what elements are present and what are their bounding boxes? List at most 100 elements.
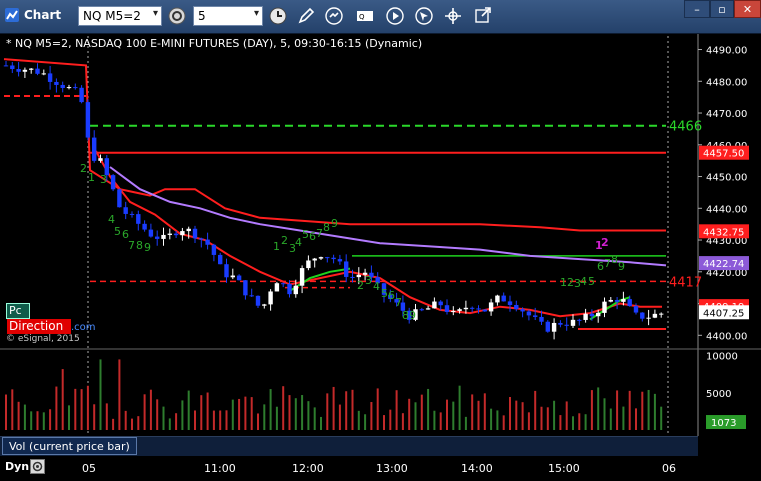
- candle-body: [129, 213, 135, 215]
- candle-body: [92, 137, 97, 161]
- volume-bar: [408, 398, 411, 430]
- refresh-icon[interactable]: [323, 5, 345, 27]
- volume-bar: [124, 410, 127, 430]
- volume-bar: [149, 389, 152, 430]
- copyright-text: © eSignal, 2015: [6, 334, 80, 344]
- play-icon[interactable]: [384, 5, 406, 27]
- time-tick-label: 14:00: [461, 462, 493, 475]
- candle-body: [41, 73, 46, 75]
- volume-bar: [118, 359, 121, 430]
- volume-bar: [250, 397, 253, 430]
- volume-bar: [80, 389, 83, 430]
- sequence-count-label: 5: [588, 275, 595, 288]
- dyn-settings-icon[interactable]: [30, 459, 45, 474]
- sequence-count-label: 8: [136, 239, 143, 252]
- sequence-count-label: 7: [604, 257, 611, 270]
- candle-body: [520, 309, 525, 312]
- crosshair-icon[interactable]: [442, 5, 464, 27]
- price-tick-label: 4400.00: [706, 331, 747, 342]
- volume-bar: [257, 413, 259, 430]
- candle-body: [621, 299, 626, 302]
- volume-bar: [464, 416, 467, 430]
- volume-bar: [546, 407, 549, 430]
- sequence-count-label: 6: [597, 260, 604, 273]
- volume-bar: [603, 398, 606, 430]
- candle-body: [73, 87, 78, 89]
- candle-body: [551, 322, 557, 332]
- volume-bar: [17, 401, 20, 430]
- interval-input[interactable]: 5 ▾: [193, 6, 263, 26]
- time-tick-label: 06: [662, 462, 676, 475]
- volume-bar: [131, 418, 133, 430]
- candle-body: [205, 239, 210, 245]
- volume-bar: [244, 396, 247, 430]
- time-tick-label: 11:00: [204, 462, 236, 475]
- volume-bar: [527, 412, 530, 430]
- candle-body: [186, 228, 191, 232]
- chart-area[interactable]: 4400.004410.004420.004430.004440.004450.…: [0, 34, 761, 481]
- volume-tick-label: 10000: [706, 352, 738, 363]
- volume-bar: [212, 410, 215, 430]
- volume-bar: [628, 390, 631, 430]
- volume-pane-label[interactable]: Vol (current price bar): [2, 437, 137, 455]
- volume-bar: [187, 390, 190, 430]
- candle-body: [16, 69, 21, 72]
- volume-bar: [238, 398, 241, 430]
- svg-text:Q: Q: [359, 13, 365, 21]
- chevron-down-icon[interactable]: ▾: [254, 8, 259, 19]
- candle-body: [325, 257, 330, 259]
- volume-bar: [99, 359, 102, 430]
- candle-body: [514, 304, 519, 310]
- volume-bar: [490, 408, 493, 430]
- volume-bar: [156, 399, 159, 430]
- direction-logo: Direction: [7, 319, 71, 334]
- sequence-count-label: 3: [365, 274, 372, 287]
- volume-bar: [572, 416, 574, 430]
- sequence-count-label: 9: [409, 309, 416, 322]
- maximize-button[interactable]: ▫: [710, 0, 734, 18]
- link-icon[interactable]: [166, 5, 188, 27]
- clock-icon[interactable]: [267, 5, 289, 27]
- candle-body: [306, 260, 311, 269]
- candle-body: [249, 295, 254, 297]
- candle-body: [110, 175, 116, 190]
- volume-bar: [200, 395, 203, 430]
- candle-body: [614, 300, 620, 302]
- candle-body: [293, 285, 298, 295]
- volume-bar: [332, 386, 335, 430]
- candle-body: [79, 87, 84, 103]
- candle-body: [29, 68, 34, 70]
- volume-bar: [483, 393, 486, 430]
- minimize-button[interactable]: –: [684, 0, 710, 18]
- candle-body: [564, 324, 569, 326]
- close-button[interactable]: ✕: [734, 0, 761, 18]
- quote-icon[interactable]: Q: [354, 5, 376, 27]
- interval-value: 5: [198, 9, 206, 23]
- price-tick-label: 4470.00: [706, 109, 747, 120]
- candle-body: [432, 301, 437, 309]
- pencil-icon[interactable]: [295, 5, 317, 27]
- volume-bar: [509, 397, 511, 430]
- volume-bar: [162, 406, 165, 430]
- candle-body: [646, 317, 651, 319]
- candle-body: [419, 309, 424, 311]
- chevron-down-icon[interactable]: ▾: [153, 8, 158, 19]
- candle-body: [470, 307, 475, 309]
- candle-body: [167, 233, 172, 235]
- level-label-4466: 4466: [669, 120, 702, 135]
- candle-body: [627, 299, 632, 307]
- sequence-count-label: 3: [100, 173, 107, 186]
- candle-body: [539, 316, 544, 322]
- volume-bar: [263, 404, 266, 430]
- candle-body: [66, 87, 72, 89]
- volume-bar: [370, 402, 373, 430]
- price-chart[interactable]: 4400.004410.004420.004430.004440.004450.…: [0, 34, 761, 481]
- volume-bar: [74, 388, 77, 430]
- candle-body: [583, 313, 588, 320]
- sequence-count-label: 1: [88, 171, 95, 184]
- export-icon[interactable]: [472, 5, 494, 27]
- symbol-input[interactable]: NQ M5=2 ▾: [78, 6, 162, 26]
- volume-bar: [553, 400, 556, 430]
- volume-bar: [105, 403, 108, 430]
- cursor-icon[interactable]: [413, 5, 435, 27]
